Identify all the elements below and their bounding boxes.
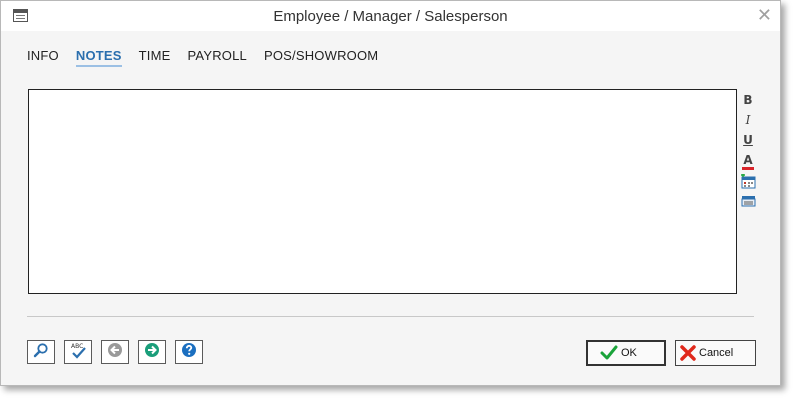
bold-icon[interactable]: B: [739, 91, 757, 111]
insert-date-icon[interactable]: [739, 172, 757, 192]
tab-pos-showroom[interactable]: POS/SHOWROOM: [264, 48, 378, 65]
tab-notes[interactable]: NOTES: [75, 48, 122, 67]
help-button[interactable]: [175, 340, 203, 364]
back-icon: [107, 342, 123, 363]
search-icon: [33, 342, 49, 363]
help-icon: [181, 342, 197, 363]
tab-time[interactable]: TIME: [139, 48, 171, 65]
close-icon[interactable]: ✕: [757, 5, 772, 26]
italic-icon[interactable]: I: [739, 111, 757, 131]
forward-icon: [144, 342, 160, 363]
print-icon[interactable]: [739, 192, 757, 212]
font-color-icon[interactable]: A: [742, 153, 754, 170]
window-title: Employee / Manager / Salesperson: [273, 8, 508, 25]
format-toolbar: B I U A: [739, 91, 757, 212]
tab-info[interactable]: INFO: [27, 48, 59, 65]
forward-button[interactable]: [138, 340, 166, 364]
notes-editor[interactable]: [28, 89, 737, 294]
ok-label: OK: [621, 347, 637, 359]
back-button[interactable]: [101, 340, 129, 364]
tab-payroll[interactable]: PAYROLL: [188, 48, 247, 65]
checkmark-icon: [600, 345, 618, 361]
dialog-window: Employee / Manager / Salesperson ✕ INFO N…: [0, 0, 781, 386]
spell-check-icon: ABC: [68, 341, 88, 364]
divider: [27, 316, 754, 317]
cancel-label: Cancel: [699, 347, 734, 359]
cancel-x-icon: [680, 345, 696, 361]
tab-bar: INFO NOTES TIME PAYROLL POS/SHOWROOM: [27, 47, 395, 67]
title-bar: Employee / Manager / Salesperson ✕: [1, 1, 780, 31]
cancel-button[interactable]: Cancel: [675, 340, 756, 366]
spell-check-button[interactable]: ABC: [64, 340, 92, 364]
ok-button[interactable]: OK: [586, 340, 666, 366]
search-button[interactable]: [27, 340, 55, 364]
underline-icon[interactable]: U: [739, 131, 757, 151]
spell-check-text: ABC: [71, 343, 83, 350]
